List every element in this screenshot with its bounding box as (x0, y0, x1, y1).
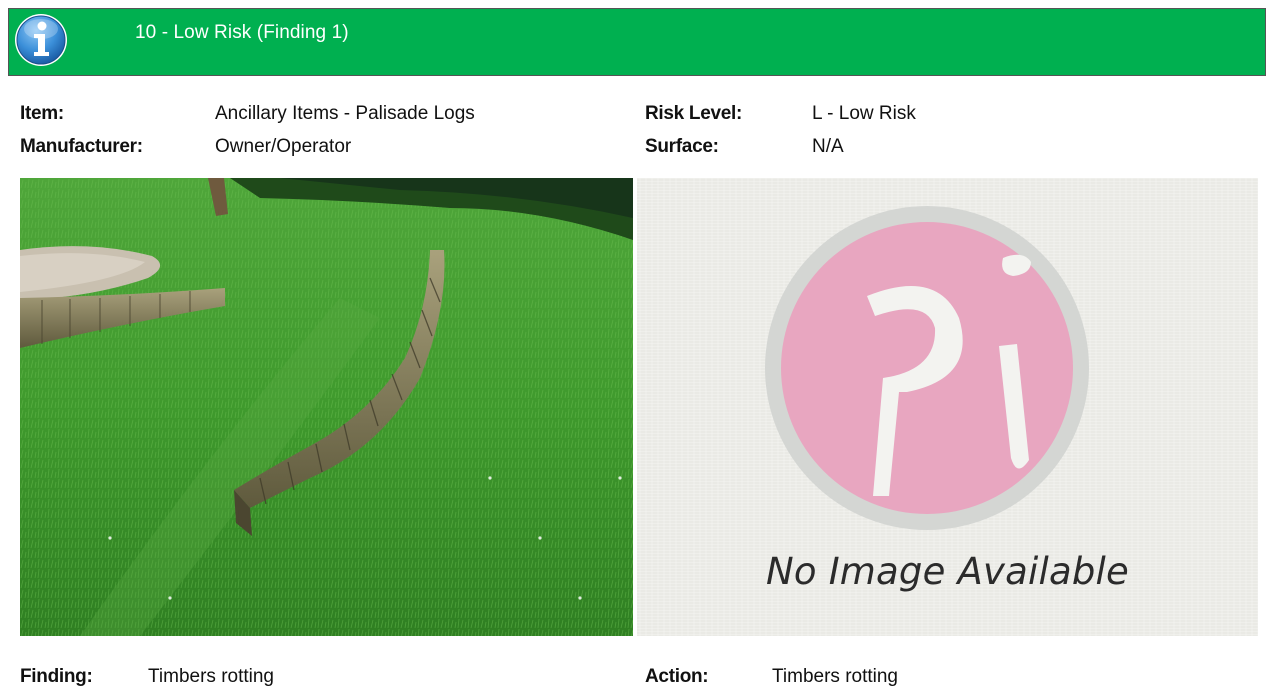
risk-level-value: L - Low Risk (812, 103, 916, 124)
no-image-placeholder: No Image Available (637, 178, 1258, 636)
finding-label: Finding: (20, 666, 93, 687)
manufacturer-label: Manufacturer: (20, 136, 143, 157)
action-value: Timbers rotting (772, 666, 898, 687)
palisade-photo-icon (20, 178, 633, 636)
finding-header: 10 - Low Risk (Finding 1) (8, 8, 1266, 76)
no-image-text: No Image Available (766, 550, 1129, 593)
item-value: Ancillary Items - Palisade Logs (215, 103, 475, 124)
risk-level-label: Risk Level: (645, 103, 743, 124)
item-label: Item: (20, 103, 64, 124)
palisade-photo (20, 178, 633, 636)
finding-title: 10 - Low Risk (Finding 1) (135, 22, 349, 43)
info-icon (15, 14, 67, 66)
finding-value: Timbers rotting (148, 666, 274, 687)
surface-label: Surface: (645, 136, 719, 157)
manufacturer-value: Owner/Operator (215, 136, 352, 157)
action-label: Action: (645, 666, 709, 687)
surface-value: N/A (812, 136, 844, 157)
